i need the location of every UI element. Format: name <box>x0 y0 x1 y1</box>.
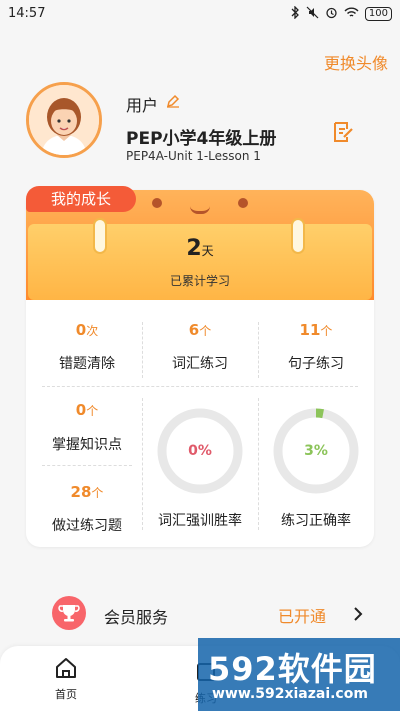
divider <box>142 398 143 530</box>
watermark-brand-text: 软件园 <box>277 650 377 688</box>
mastered-points-stat[interactable]: 0个 <box>42 400 132 419</box>
study-days-label: 已累计学习 <box>169 274 230 288</box>
status-time: 14:57 <box>8 6 46 21</box>
divider <box>258 398 259 530</box>
status-icons: 100 <box>290 5 392 22</box>
sentence-practice-stat[interactable]: 11个 <box>268 320 364 339</box>
wifi-icon <box>344 7 359 22</box>
stat-value: 0 <box>75 321 87 339</box>
status-bar: 14:57 100 <box>0 0 400 28</box>
chevron-right-icon[interactable] <box>351 606 365 621</box>
divider <box>258 322 259 378</box>
accuracy-label: 练习正确率 <box>281 513 351 529</box>
member-status: 已开通 <box>278 607 327 626</box>
tab-home-label: 首页 <box>55 688 77 701</box>
stat-label: 做过练习题 <box>52 518 122 534</box>
mute-icon <box>306 6 319 22</box>
study-days: 2天 <box>0 236 400 261</box>
my-growth-tab: 我的成长 <box>26 186 136 212</box>
tab-home[interactable]: 首页 <box>40 656 92 702</box>
divider <box>142 322 143 378</box>
home-icon <box>54 658 78 684</box>
watermark-url: www.592xiazai.com <box>212 686 368 702</box>
vocab-practice-stat[interactable]: 6个 <box>152 320 248 339</box>
stat-unit: 个 <box>320 324 333 338</box>
divider <box>42 465 132 466</box>
alarm-icon <box>325 6 338 22</box>
user-name: 用户 <box>126 96 159 115</box>
stat-label: 错题清除 <box>59 356 115 372</box>
current-lesson: PEP4A-Unit 1-Lesson 1 <box>126 149 261 163</box>
stat-unit: 个 <box>91 486 104 500</box>
wrong-cleared-stat[interactable]: 0次 <box>42 320 132 339</box>
member-service-label: 会员服务 <box>104 608 169 627</box>
study-days-unit: 天 <box>201 244 214 258</box>
watermark-brand-num: 592 <box>208 650 278 688</box>
mascot-eye-right <box>238 198 248 208</box>
stat-label: 词汇练习 <box>172 356 228 372</box>
exercises-done-stat[interactable]: 28个 <box>42 482 132 501</box>
stat-value: 0 <box>75 401 87 419</box>
avatar[interactable] <box>26 82 102 158</box>
vocab-win-rate-label: 词汇强训胜率 <box>158 513 242 529</box>
stat-unit: 个 <box>86 404 99 418</box>
divider <box>42 386 358 387</box>
stat-label: 掌握知识点 <box>52 437 122 453</box>
battery-indicator: 100 <box>364 7 392 21</box>
stat-value: 28 <box>70 483 92 501</box>
vocab-win-rate-value: 0% <box>188 443 212 459</box>
bluetooth-icon <box>290 5 300 22</box>
study-days-count: 2 <box>186 236 202 261</box>
edit-name-icon[interactable] <box>166 93 180 108</box>
stat-value: 6 <box>188 321 200 339</box>
mascot-eye-left <box>152 198 162 208</box>
stat-value: 11 <box>299 321 321 339</box>
change-avatar-button[interactable]: 更换头像 <box>324 50 388 74</box>
textbook-title: PEP小学4年级上册 <box>126 129 277 149</box>
accuracy-value: 3% <box>304 443 328 459</box>
watermark-brand: 592软件园 <box>208 644 377 690</box>
stat-unit: 个 <box>199 324 212 338</box>
watermark: 592软件园 www.592xiazai.com <box>198 638 400 711</box>
stat-label: 句子练习 <box>288 356 344 372</box>
stat-unit: 次 <box>86 324 99 338</box>
switch-textbook-icon[interactable] <box>332 120 354 144</box>
trophy-icon <box>52 596 86 630</box>
